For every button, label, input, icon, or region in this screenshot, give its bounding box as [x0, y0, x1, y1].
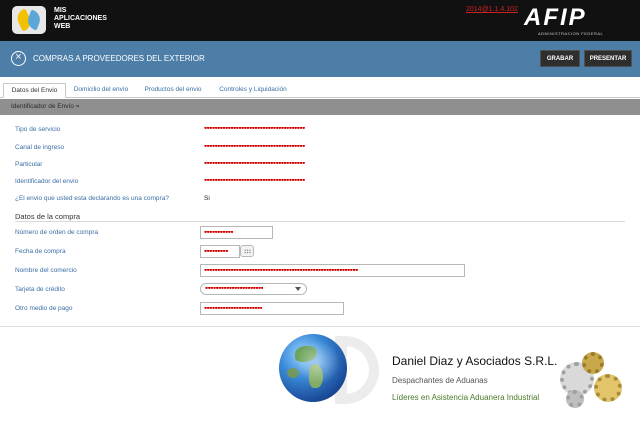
- row-orden-de-compra: Número de orden de compra: [0, 227, 640, 239]
- row-es-una-compra: ¿El envio que usted esta declarando es u…: [0, 193, 640, 205]
- globe-icon: [279, 334, 347, 402]
- app-name-line2: APLICACIONES: [54, 15, 107, 22]
- label-otro-medio-de-pago: Otro medio de pago: [15, 305, 73, 312]
- row-tipo-de-servicio: Tipo de servicio •••••••••••••••••••••••…: [0, 124, 640, 136]
- row-fecha-de-compra: Fecha de compra: [0, 246, 640, 258]
- label-es-una-compra: ¿El envio que usted esta declarando es u…: [15, 195, 169, 202]
- label-canal-de-ingreso: Canal de ingreso: [15, 144, 65, 151]
- tab-bar: Datos del Envio Domicilio del envío Prod…: [0, 83, 640, 98]
- company-tagline-2: Líderes en Asistencia Aduanera Industria…: [392, 393, 540, 402]
- tarjeta-de-credito-value: ••••••••••••••••••••••: [205, 287, 264, 293]
- value-particular: ••••••••••••••••••••••••••••••••••••••: [204, 162, 305, 168]
- gears-icon: [556, 350, 626, 412]
- globe-highlight: [283, 340, 341, 396]
- tab-productos-del-envio[interactable]: Productos del envio: [140, 83, 206, 98]
- orden-de-compra-input[interactable]: •••••••••••: [200, 226, 273, 239]
- gear-icon: [566, 390, 584, 408]
- nombre-del-comercio-input[interactable]: ••••••••••••••••••••••••••••••••••••••••…: [200, 264, 465, 277]
- row-canal-de-ingreso: Canal de ingreso •••••••••••••••••••••••…: [0, 142, 640, 154]
- label-tipo-de-servicio: Tipo de servicio: [15, 126, 61, 133]
- calendar-grid: [244, 249, 251, 254]
- company-tagline-1: Despachantes de Aduanas: [392, 376, 488, 385]
- calendar-icon[interactable]: [240, 245, 254, 257]
- tab-domicilio-del-envio[interactable]: Domicilio del envío: [68, 83, 134, 98]
- app-name: MIS APLICACIONES WEB: [54, 7, 107, 31]
- label-nombre-del-comercio: Nombre del comercio: [15, 267, 77, 274]
- app-name-line3: WEB: [54, 23, 71, 30]
- label-orden-de-compra: Número de orden de compra: [15, 229, 99, 236]
- chevron-down-icon: [295, 287, 301, 291]
- company-name: Daniel Diaz y Asociados S.R.L.: [392, 354, 558, 368]
- fecha-de-compra-value: •••••••••: [204, 250, 228, 256]
- top-header-bar: MIS APLICACIONES WEB 2014@1.1.4.102 AFIP…: [0, 0, 640, 41]
- section-header: Identificador de Envío =: [0, 99, 640, 115]
- brand-subtitle: ADMINISTRACION FEDERAL: [538, 31, 604, 36]
- gear-icon: [594, 374, 622, 402]
- value-canal-de-ingreso: ••••••••••••••••••••••••••••••••••••••: [204, 145, 305, 151]
- app-name-line1: MIS: [54, 7, 67, 14]
- form-bottom-border: [0, 326, 640, 327]
- orden-de-compra-value: •••••••••••: [204, 231, 234, 237]
- grabar-button[interactable]: GRABAR: [540, 50, 580, 67]
- page-title: COMPRAS A PROVEEDORES DEL EXTERIOR: [33, 54, 205, 63]
- gear-icon: [582, 352, 604, 374]
- tarjeta-de-credito-select[interactable]: ••••••••••••••••••••••: [200, 283, 307, 295]
- value-es-una-compra: Si: [204, 195, 210, 202]
- tab-datos-del-envio[interactable]: Datos del Envio: [3, 83, 66, 98]
- label-tarjeta-de-credito: Tarjeta de crédito: [15, 286, 65, 293]
- subsection-divider: [15, 221, 625, 222]
- fecha-de-compra-input[interactable]: •••••••••: [200, 245, 240, 258]
- value-identificador-del-envio: ••••••••••••••••••••••••••••••••••••••: [204, 179, 305, 185]
- presentar-button[interactable]: PRESENTAR: [584, 50, 632, 67]
- label-fecha-de-compra: Fecha de compra: [15, 248, 66, 255]
- label-identificador-del-envio: Identificador del envio: [15, 178, 79, 185]
- close-icon[interactable]: ×: [11, 51, 26, 66]
- otro-medio-de-pago-value: ••••••••••••••••••••••: [204, 307, 263, 313]
- value-tipo-de-servicio: ••••••••••••••••••••••••••••••••••••••: [204, 127, 305, 133]
- label-particular: Particular: [15, 161, 43, 168]
- brand-logo: AFIP: [524, 4, 587, 31]
- app-window: MIS APLICACIONES WEB 2014@1.1.4.102 AFIP…: [0, 0, 640, 424]
- otro-medio-de-pago-input[interactable]: ••••••••••••••••••••••: [200, 302, 344, 315]
- subsection-title: Datos de la compra: [15, 212, 81, 221]
- version-link[interactable]: 2014@1.1.4.102: [466, 6, 518, 13]
- row-particular: Particular •••••••••••••••••••••••••••••…: [0, 159, 640, 171]
- tab-controles-y-liquidacion[interactable]: Controles y Liquidación: [214, 83, 292, 98]
- nombre-del-comercio-value: ••••••••••••••••••••••••••••••••••••••••…: [204, 269, 358, 275]
- app-logo-icon[interactable]: [12, 6, 46, 34]
- row-tarjeta-de-credito: Tarjeta de crédito: [0, 284, 640, 296]
- row-identificador-del-envio: Identificador del envio ••••••••••••••••…: [0, 176, 640, 188]
